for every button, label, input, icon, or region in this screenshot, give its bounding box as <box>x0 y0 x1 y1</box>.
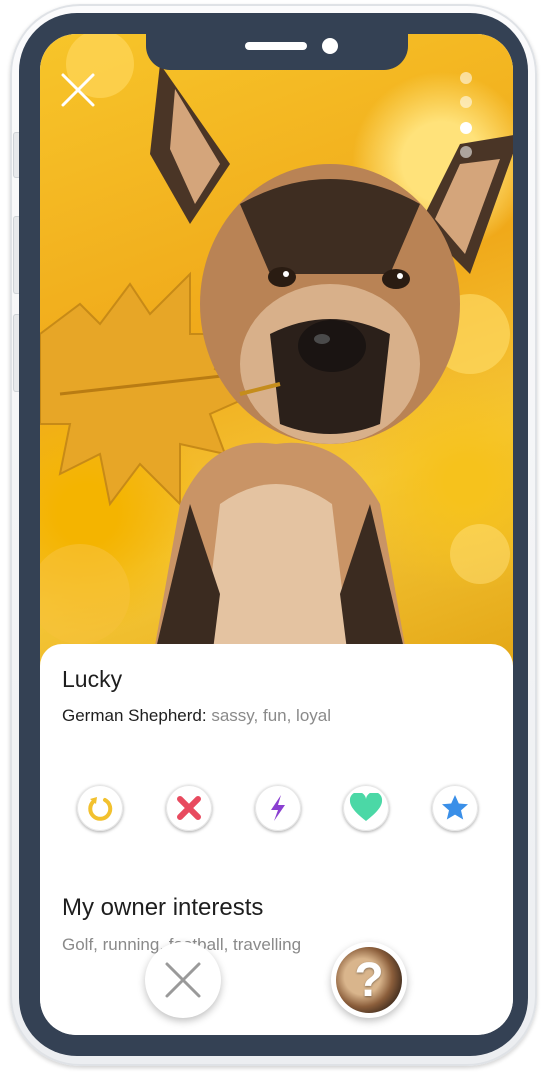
page-dot[interactable] <box>460 96 472 108</box>
breed-line: German Shepherd: sassy, fun, loyal <box>62 706 331 726</box>
page-dot[interactable] <box>460 72 472 84</box>
undo-button[interactable] <box>77 785 123 831</box>
profile-photo[interactable] <box>40 34 513 674</box>
breed: German Shepherd: <box>62 706 207 725</box>
close-icon <box>165 962 201 998</box>
speaker <box>245 42 307 50</box>
lightning-icon <box>271 795 285 821</box>
pet-name: Lucky <box>62 666 123 692</box>
question-mark-icon: ? <box>354 953 384 1007</box>
help-avatar: ? <box>336 947 402 1013</box>
heart-icon <box>349 793 383 821</box>
dislike-button[interactable] <box>166 785 212 831</box>
super-like-button[interactable] <box>432 785 478 831</box>
boost-button[interactable] <box>255 785 301 831</box>
star-icon <box>442 795 468 820</box>
page-dot-active[interactable] <box>460 122 472 134</box>
page-dot[interactable] <box>460 146 472 158</box>
close-button[interactable] <box>145 942 221 1018</box>
undo-icon <box>88 797 113 821</box>
close-profile-icon[interactable] <box>60 72 96 108</box>
front-camera <box>322 38 338 54</box>
like-button[interactable] <box>343 785 389 831</box>
dog-illustration <box>40 34 513 674</box>
notch <box>146 30 408 70</box>
profile-card: Lucky German Shepherd: sassy, fun, loyal <box>40 644 513 1035</box>
traits: sassy, fun, loyal <box>211 706 332 725</box>
interests-title: My owner interests <box>62 894 264 921</box>
close-icon <box>177 796 201 820</box>
photo-pagination[interactable] <box>458 72 474 164</box>
help-button[interactable]: ? <box>331 942 407 1018</box>
screen: Lucky German Shepherd: sassy, fun, loyal <box>40 34 513 1035</box>
